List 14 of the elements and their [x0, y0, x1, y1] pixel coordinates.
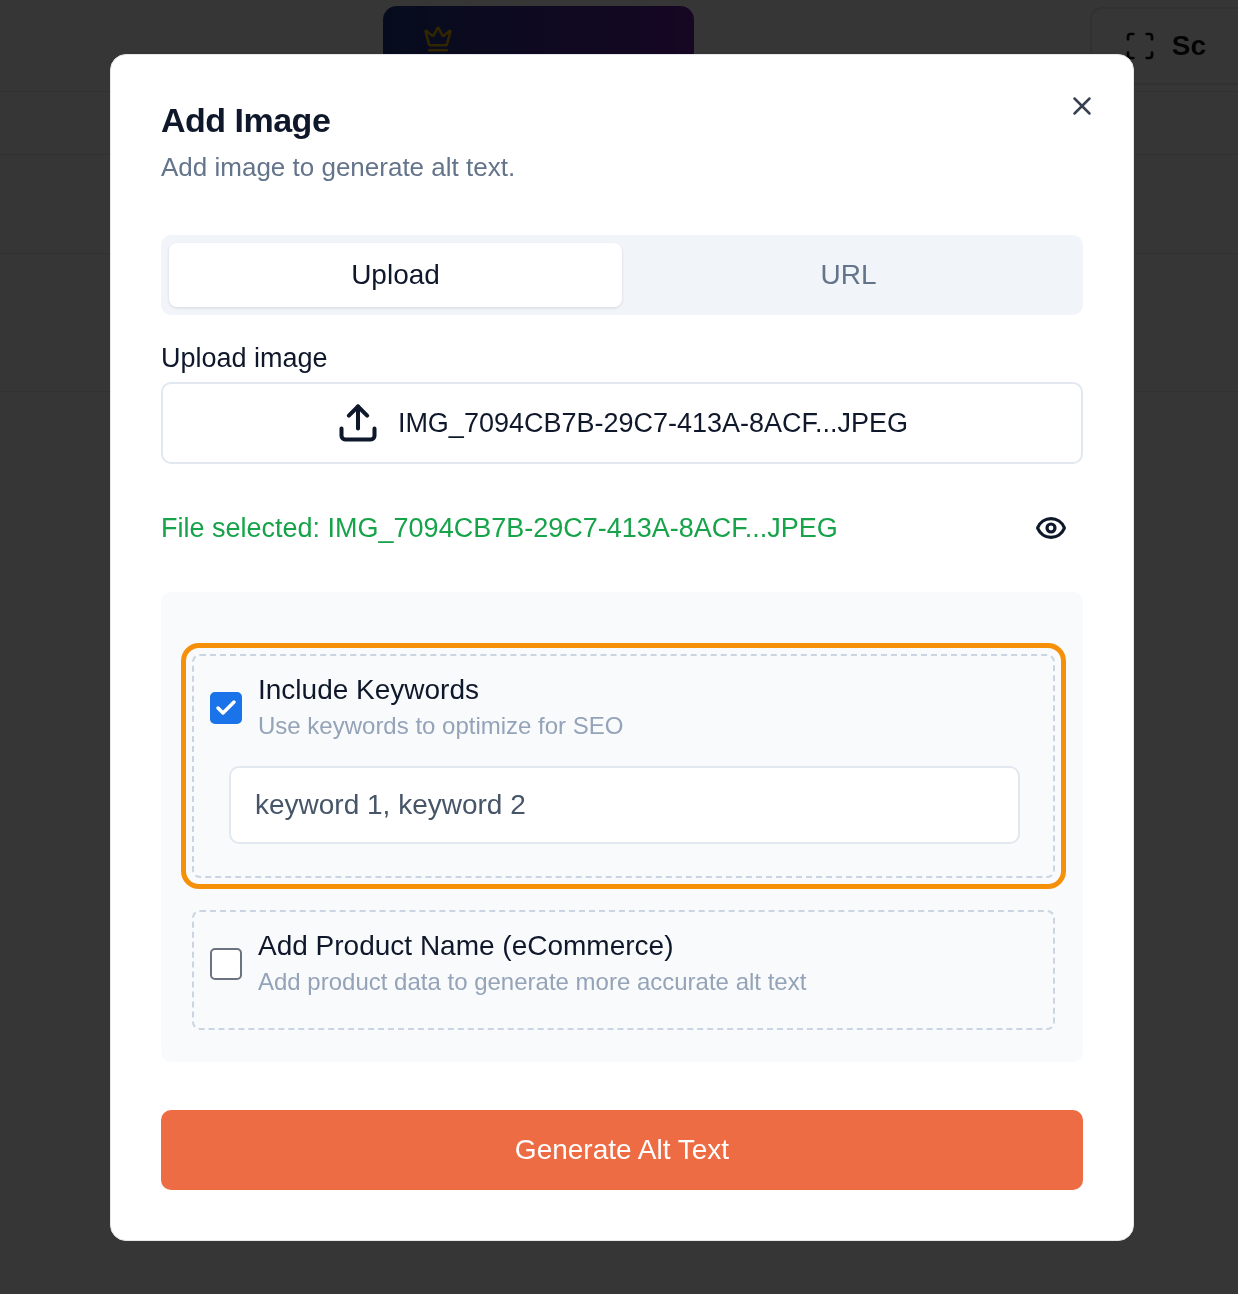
option-title: Add Product Name (eCommerce): [258, 930, 675, 962]
checkbox[interactable]: [210, 692, 242, 724]
tab[interactable]: URL: [622, 243, 1075, 307]
option-description: Use keywords to optimize for SEO: [258, 712, 624, 740]
keywords-input[interactable]: keyword 1, keyword 2: [229, 766, 1020, 844]
upload-label: Upload image: [161, 343, 329, 374]
upload-field[interactable]: IMG_7094CB7B-29C7-413A-8ACF...JPEG: [161, 382, 1083, 464]
file-status-text: File selected: IMG_7094CB7B-29C7-413A-8ACF...JPEG: [161, 512, 838, 544]
checkbox[interactable]: [210, 948, 242, 980]
dialog-subtitle: Add image to generate alt text.: [161, 152, 517, 183]
option-title: Include Keywords: [258, 674, 480, 706]
tab[interactable]: Upload: [169, 243, 622, 307]
option-description: Add product data to generate more accurate alt text: [258, 968, 807, 996]
dialog-title: Add Image: [161, 101, 332, 140]
